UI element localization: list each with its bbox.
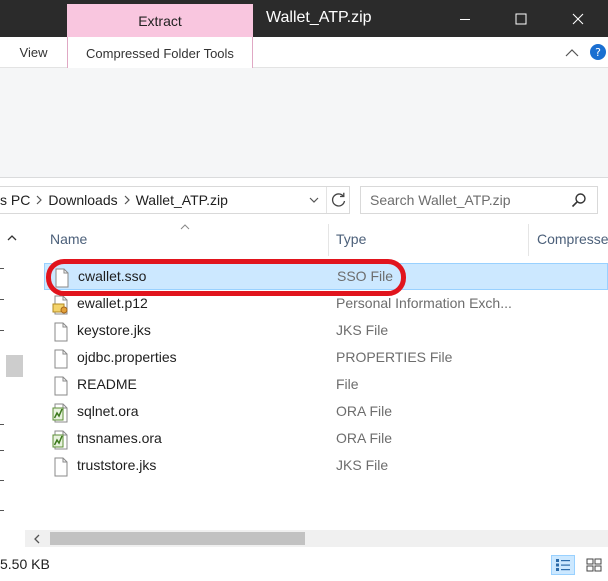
ora-file-icon — [52, 403, 68, 423]
blank-file-icon — [54, 349, 68, 369]
status-size: 5.50 KB — [0, 556, 50, 572]
certificate-file-icon — [52, 295, 68, 315]
navigation-pane[interactable] — [0, 222, 25, 552]
column-header-type[interactable]: Type — [336, 231, 366, 247]
breadcrumb-wallet-zip[interactable]: Wallet_ATP.zip — [136, 192, 228, 208]
file-type: PROPERTIES File — [336, 349, 453, 365]
svg-text:?: ? — [595, 46, 601, 59]
file-name: README — [77, 376, 137, 392]
chevron-right-icon[interactable] — [30, 190, 48, 210]
search-input[interactable]: Search Wallet_ATP.zip — [360, 186, 598, 214]
file-row[interactable]: README File — [44, 372, 608, 399]
chevron-up-icon — [565, 49, 579, 57]
chevron-left-icon — [33, 534, 39, 543]
maximize-icon — [515, 13, 527, 24]
window-title: Wallet_ATP.zip — [266, 9, 372, 26]
ora-file-icon — [52, 430, 68, 450]
file-type: File — [336, 376, 359, 392]
column-divider[interactable] — [328, 224, 329, 256]
tab-extract-label: Extract — [138, 12, 182, 29]
search-placeholder: Search Wallet_ATP.zip — [370, 192, 511, 208]
ribbon-body — [0, 68, 608, 178]
close-icon — [572, 13, 584, 24]
file-name: ojdbc.properties — [77, 349, 177, 365]
nav-item-fragment — [0, 268, 4, 269]
highlight-annotation — [46, 259, 406, 296]
refresh-icon — [331, 192, 345, 207]
details-view-icon — [556, 559, 570, 571]
file-row[interactable]: ojdbc.properties PROPERTIES File — [44, 345, 608, 372]
maximize-button[interactable] — [498, 0, 544, 37]
chevron-up-icon — [7, 234, 17, 240]
file-row[interactable]: keystore.jks JKS File — [44, 318, 608, 345]
file-type: ORA File — [336, 403, 393, 419]
address-dropdown-button[interactable] — [304, 187, 324, 213]
horizontal-scrollbar-thumb[interactable] — [50, 532, 305, 545]
breadcrumb-this-pc[interactable]: s PC — [0, 192, 30, 208]
blank-file-icon — [54, 322, 68, 342]
file-name: truststore.jks — [77, 457, 157, 473]
help-icon: ? — [590, 44, 606, 60]
chevron-right-icon[interactable] — [118, 190, 136, 210]
file-name: sqlnet.ora — [77, 403, 139, 419]
tab-compressed-folder-tools-label: Compressed Folder Tools — [86, 45, 234, 61]
file-name: tnsnames.ora — [77, 430, 162, 446]
breadcrumb-downloads[interactable]: Downloads — [48, 192, 117, 208]
tiles-view-icon — [586, 558, 602, 572]
file-name: keystore.jks — [77, 322, 151, 338]
nav-item-fragment — [0, 424, 4, 425]
minimize-icon — [460, 18, 470, 20]
minimize-button[interactable] — [442, 0, 488, 37]
search-icon[interactable] — [568, 190, 590, 210]
tab-view-label: View — [19, 45, 48, 60]
file-row[interactable]: truststore.jks JKS File — [44, 453, 608, 480]
help-button[interactable]: ? — [588, 41, 608, 63]
close-button[interactable] — [555, 0, 601, 37]
large-icons-view-button[interactable] — [582, 555, 606, 575]
nav-item-fragment — [0, 510, 4, 511]
blank-file-icon — [54, 376, 68, 396]
refresh-button[interactable] — [326, 187, 350, 213]
scroll-left-button[interactable] — [28, 531, 44, 546]
tab-view[interactable]: View — [0, 37, 67, 68]
nav-item-fragment — [0, 450, 4, 451]
column-divider[interactable] — [528, 224, 529, 256]
column-header-row — [25, 222, 608, 258]
nav-item-fragment — [0, 299, 4, 300]
file-type: JKS File — [336, 322, 389, 338]
nav-item-fragment — [0, 480, 4, 481]
tab-compressed-folder-tools[interactable]: Compressed Folder Tools — [67, 37, 253, 69]
nav-scrollbar-thumb[interactable] — [6, 355, 23, 377]
sort-ascending-icon — [178, 222, 192, 232]
status-bar — [0, 551, 608, 581]
column-header-compressed-size[interactable]: Compresse — [537, 231, 608, 247]
nav-item-fragment — [0, 330, 4, 331]
collapse-ribbon-button[interactable] — [560, 42, 584, 64]
blank-file-icon — [54, 457, 68, 477]
file-type: JKS File — [336, 457, 389, 473]
details-view-button[interactable] — [551, 555, 575, 575]
nav-scroll-up-button[interactable] — [4, 229, 20, 245]
address-bar[interactable]: s PC Downloads Wallet_ATP.zip — [0, 186, 350, 214]
column-header-name[interactable]: Name — [50, 231, 87, 247]
file-row[interactable]: tnsnames.ora ORA File — [44, 426, 608, 453]
chevron-down-icon — [309, 197, 319, 203]
tab-extract[interactable]: Extract — [67, 4, 253, 37]
file-row[interactable]: sqlnet.ora ORA File — [44, 399, 608, 426]
file-type: ORA File — [336, 430, 393, 446]
file-name: ewallet.p12 — [77, 295, 148, 311]
file-type: Personal Information Exch... — [336, 295, 512, 311]
